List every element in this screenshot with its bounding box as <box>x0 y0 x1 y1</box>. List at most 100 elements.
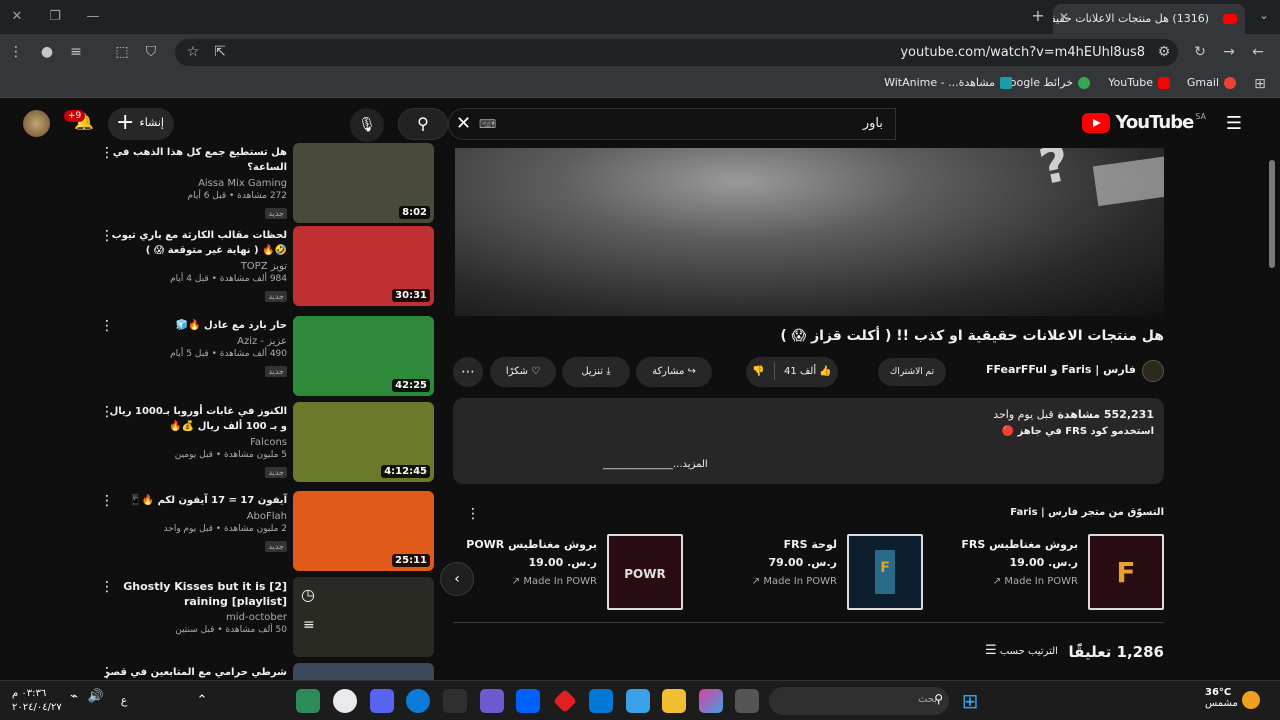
description-box[interactable]: 552,231 مشاهدة قبل يوم واحد استخدمو كود … <box>453 398 1164 484</box>
apps-grid-icon[interactable]: ⊞ <box>1250 74 1270 94</box>
keyboard-icon[interactable]: ⌨ <box>479 117 496 131</box>
youtube-logo[interactable]: YouTube SA <box>1082 112 1206 136</box>
search-button[interactable]: ⚲ <box>398 108 448 140</box>
shop-scroll-left-button[interactable]: ‹ <box>440 562 474 596</box>
profile-icon[interactable]: ● <box>37 42 57 62</box>
more-options-icon[interactable]: ⋮ <box>100 228 114 244</box>
extensions-icon[interactable]: ⬚ <box>112 42 132 62</box>
video-thumbnail[interactable]: ◷ ≡ <box>293 577 434 657</box>
reload-icon[interactable]: ↻ <box>1190 42 1210 62</box>
bookmark-witanime[interactable]: مشاهدة... - WitAnime <box>884 76 1012 89</box>
description-more[interactable]: ______________...المزيد <box>603 459 708 470</box>
product-card[interactable]: F بروش مغناطيس FRS ر.س. 19.00 ↗ Made In … <box>924 534 1164 610</box>
tray-chevron-icon[interactable]: ⌃ <box>190 689 214 713</box>
discord-icon[interactable] <box>370 689 394 713</box>
recommended-playlist[interactable]: ◷ ≡ [2] Ghostly Kisses but it is raining… <box>100 577 435 659</box>
recommended-video[interactable]: شرطي حرامي مع المتابعين في قصر باور في ⋮ <box>100 663 435 680</box>
subscribed-button[interactable]: تم الاشتراك <box>878 358 946 386</box>
recommended-video[interactable]: 4:12:45 الكنوز في غابات أوروبا بـ1000 ري… <box>100 402 435 484</box>
more-options-icon[interactable]: ⋮ <box>100 493 114 509</box>
product-card[interactable]: POWR بروش مغناطيس POWR ر.س. 19.00 ↗ Made… <box>443 534 683 610</box>
file-explorer-icon[interactable] <box>662 689 686 713</box>
weather-widget[interactable]: 36°C مشمس <box>1205 687 1238 709</box>
bookmark-star-icon[interactable]: ☆ <box>183 42 203 62</box>
video-thumbnail[interactable] <box>293 663 434 680</box>
epic-games-icon[interactable] <box>443 689 467 713</box>
create-button[interactable]: إنشاء + <box>108 108 174 140</box>
bookmark-google-maps[interactable]: خرائط Google <box>1001 76 1090 89</box>
like-count[interactable]: 41 ألف <box>784 366 816 377</box>
reading-list-icon[interactable]: ≡ <box>66 42 86 62</box>
share-button[interactable]: ↪ مشاركة <box>636 357 712 387</box>
browser-menu-icon[interactable]: ⋮ <box>6 42 26 62</box>
app-red-icon[interactable] <box>553 689 577 713</box>
channel-avatar[interactable] <box>1142 360 1164 382</box>
install-app-icon[interactable]: ⇱ <box>210 42 230 62</box>
forward-icon[interactable]: → <box>1219 42 1239 62</box>
network-icon[interactable]: ⌁ <box>62 689 86 713</box>
hamburger-menu-icon[interactable]: ☰ <box>1226 113 1242 134</box>
voice-search-button[interactable]: 🎙 <box>350 108 384 142</box>
more-options-icon[interactable]: ⋮ <box>100 318 114 334</box>
url-text[interactable]: youtube.com/watch?v=m4hEUhl8us8 <box>900 45 1145 60</box>
keyboard-language-icon[interactable]: ع <box>112 689 136 713</box>
back-icon[interactable]: ← <box>1248 42 1268 62</box>
dropbox-icon[interactable] <box>516 689 540 713</box>
youtube-favicon-icon <box>1223 14 1237 24</box>
task-view-icon[interactable] <box>735 689 759 713</box>
page-scrollbar[interactable] <box>1268 148 1276 678</box>
new-tab-icon[interactable]: + <box>1028 6 1048 26</box>
address-bar[interactable]: ☆ ⇱ youtube.com/watch?v=m4hEUhl8us8 ⚙ <box>175 39 1178 66</box>
sort-comments-button[interactable]: الترتيب حسب ☰ <box>985 643 1058 658</box>
like-icon[interactable]: 👍 <box>819 366 831 377</box>
browser-tab-active[interactable]: (1316) هل منتجات الاعلانات حقيقية ✕ <box>1053 4 1245 34</box>
video-thumbnail[interactable]: 8:02 <box>293 143 434 223</box>
shop-more-icon[interactable]: ⋮ <box>466 506 480 522</box>
clear-search-icon[interactable]: ✕ <box>456 113 471 134</box>
store-icon[interactable] <box>626 689 650 713</box>
recommended-video[interactable]: 42:25 حار بارد مع عادل 🔥🧊 عزيز - Aziz 490 … <box>100 316 435 398</box>
system-clock[interactable]: ٠٣:٣٦ م ٢٠٢٤/٠٤/٢٧ <box>12 687 62 715</box>
user-avatar[interactable] <box>23 110 50 137</box>
video-player[interactable]: ? <box>455 148 1164 316</box>
more-options-icon[interactable]: ⋮ <box>100 665 114 680</box>
edge-icon[interactable] <box>406 689 430 713</box>
restore-window-icon[interactable]: ❐ <box>44 7 66 27</box>
channel-info[interactable]: فارس | Faris و FFearFFul <box>964 358 1164 388</box>
chrome-icon[interactable] <box>333 689 357 713</box>
outlook-icon[interactable] <box>589 689 613 713</box>
video-thumbnail[interactable]: 25:11 <box>293 491 434 571</box>
download-button[interactable]: ⤓ تنزيل <box>562 357 630 387</box>
more-options-icon[interactable]: ⋮ <box>100 579 114 595</box>
channel-name[interactable]: فارس | Faris و FFearFFul <box>986 363 1136 376</box>
witanime-icon <box>1000 77 1012 89</box>
video-thumbnail[interactable]: 4:12:45 <box>293 402 434 482</box>
scrollbar-thumb[interactable] <box>1269 160 1275 268</box>
bookmark-youtube[interactable]: YouTube <box>1108 76 1170 89</box>
copilot-icon[interactable] <box>699 689 723 713</box>
volume-icon[interactable]: 🔊 <box>84 689 108 713</box>
app-icon[interactable] <box>296 689 320 713</box>
tab-search-icon[interactable]: ⌄ <box>1254 6 1274 26</box>
taskbar-search[interactable]: بحث ⚲ <box>769 687 949 715</box>
recommended-video[interactable]: 8:02 هل تستطيع جمع كل هذا الذهب في الساع… <box>100 143 435 225</box>
tab-close-icon[interactable]: ✕ <box>1059 10 1069 24</box>
more-options-icon[interactable]: ⋮ <box>100 145 114 161</box>
more-options-icon[interactable]: ⋮ <box>100 404 114 420</box>
product-card[interactable]: F لوحة FRS ر.س. 79.00 ↗ Made In POWR <box>683 534 923 610</box>
dislike-icon[interactable]: 👎 <box>752 366 764 377</box>
recommended-video[interactable]: 25:11 آيفون 17 = 17 آيفون لكم 🔥📱 AboFlah 2… <box>100 491 435 573</box>
close-window-icon[interactable]: ✕ <box>6 7 28 27</box>
search-input[interactable]: باور ⌨ ✕ <box>448 108 896 140</box>
video-thumbnail[interactable]: 30:31 <box>293 226 434 306</box>
windows-start-icon[interactable]: ⊞ <box>958 689 982 713</box>
minimize-window-icon[interactable]: — <box>82 7 104 27</box>
shield-extension-icon[interactable]: ⛉ <box>141 42 161 62</box>
more-actions-icon[interactable]: ⋯ <box>453 357 483 387</box>
bookmark-gmail[interactable]: Gmail <box>1187 76 1236 89</box>
site-settings-icon[interactable]: ⚙ <box>1154 42 1174 62</box>
teams-icon[interactable] <box>480 689 504 713</box>
video-thumbnail[interactable]: 42:25 <box>293 316 434 396</box>
thanks-button[interactable]: ♡ شكرًا <box>490 357 556 387</box>
recommended-video[interactable]: 30:31 لحظات مقالب الكارثة مع باري تيوب 🤣… <box>100 226 435 308</box>
